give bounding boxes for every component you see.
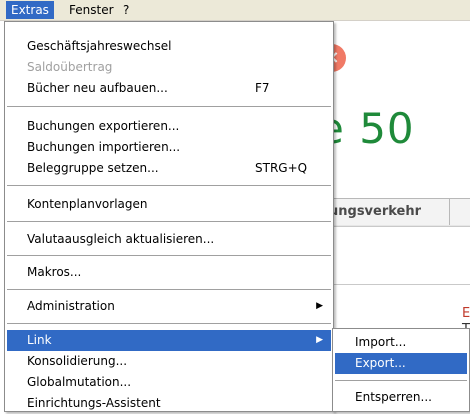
menu-item-geschaeftsjahreswechsel[interactable]: Geschäftsjahreswechsel — [7, 36, 331, 57]
menu-item-label: Saldoübertrag — [27, 60, 113, 74]
background-text-e: E — [462, 306, 470, 321]
menu-item-label: Makros... — [27, 265, 82, 279]
menu-item-link[interactable]: Link ▶ — [7, 330, 331, 351]
menu-item-buecher-neu-aufbauen[interactable]: Bücher neu aufbauen... F7 — [7, 78, 331, 99]
menu-item-shortcut: F7 — [255, 81, 270, 95]
menu-item-label: Geschäftsjahreswechsel — [27, 39, 172, 53]
menu-item-label: Buchungen importieren... — [27, 140, 181, 154]
menu-item-kontenplanvorlagen[interactable]: Kontenplanvorlagen — [7, 194, 331, 215]
menu-item-label: Beleggruppe setzen... — [27, 161, 159, 175]
menu-item-label: Administration — [27, 299, 115, 313]
menu-separator — [7, 221, 331, 222]
link-submenu: Import... Export... Entsperren... — [332, 328, 470, 412]
menu-item-label: Valutaausgleich aktualisieren... — [27, 232, 215, 246]
menu-item-label: Bücher neu aufbauen... — [27, 81, 168, 95]
submenu-item-entsperren[interactable]: Entsperren... — [335, 387, 467, 408]
menu-separator — [7, 106, 331, 107]
menu-item-administration[interactable]: Administration ▶ — [7, 296, 331, 317]
menu-bar: Extras Fenster ? — [0, 0, 470, 21]
extras-menu: Geschäftsjahreswechsel Saldoübertrag Büc… — [4, 21, 334, 412]
background-divider — [330, 284, 470, 285]
menu-item-label: Einrichtungs-Assistent — [27, 396, 161, 410]
menu-item-konsolidierung[interactable]: Konsolidierung... — [7, 351, 331, 372]
menu-item-label: Entsperren... — [355, 390, 432, 404]
menu-item-label: Konsolidierung... — [27, 354, 128, 368]
menu-fenster[interactable]: Fenster — [64, 1, 119, 19]
submenu-arrow-icon: ▶ — [316, 335, 323, 345]
menu-item-label: Export... — [355, 356, 406, 370]
menu-help[interactable]: ? — [118, 1, 134, 19]
menu-separator — [7, 289, 331, 290]
menu-separator — [7, 255, 331, 256]
menu-item-valutaausgleich[interactable]: Valutaausgleich aktualisieren... — [7, 229, 331, 250]
menu-item-buchungen-importieren[interactable]: Buchungen importieren... — [7, 137, 331, 158]
menu-item-saldouebertrag: Saldoübertrag — [7, 57, 331, 78]
menu-item-beleggruppe-setzen[interactable]: Beleggruppe setzen... STRG+Q — [7, 158, 331, 179]
menu-item-shortcut: STRG+Q — [255, 161, 308, 175]
submenu-item-import[interactable]: Import... — [335, 332, 467, 353]
menu-extras[interactable]: Extras — [6, 1, 54, 19]
menu-item-label: Kontenplanvorlagen — [27, 197, 148, 211]
menu-item-einrichtungs-assistent[interactable]: Einrichtungs-Assistent — [7, 393, 331, 414]
menu-item-buchungen-exportieren[interactable]: Buchungen exportieren... — [7, 116, 331, 137]
menu-separator — [335, 380, 467, 381]
menu-item-makros[interactable]: Makros... — [7, 262, 331, 283]
menu-separator — [7, 185, 331, 186]
submenu-arrow-icon: ▶ — [316, 301, 323, 311]
tab-next[interactable] — [449, 198, 470, 225]
menu-item-label: Globalmutation... — [27, 375, 132, 389]
submenu-item-export[interactable]: Export... — [335, 353, 467, 374]
menu-item-label: Import... — [355, 335, 407, 349]
tab-zahlungsverkehr[interactable]: ungsverkehr — [318, 198, 450, 225]
menu-item-globalmutation[interactable]: Globalmutation... — [7, 372, 331, 393]
menu-item-label: Buchungen exportieren... — [27, 119, 180, 133]
menu-separator — [7, 323, 331, 324]
menu-item-label: Link — [27, 333, 52, 347]
